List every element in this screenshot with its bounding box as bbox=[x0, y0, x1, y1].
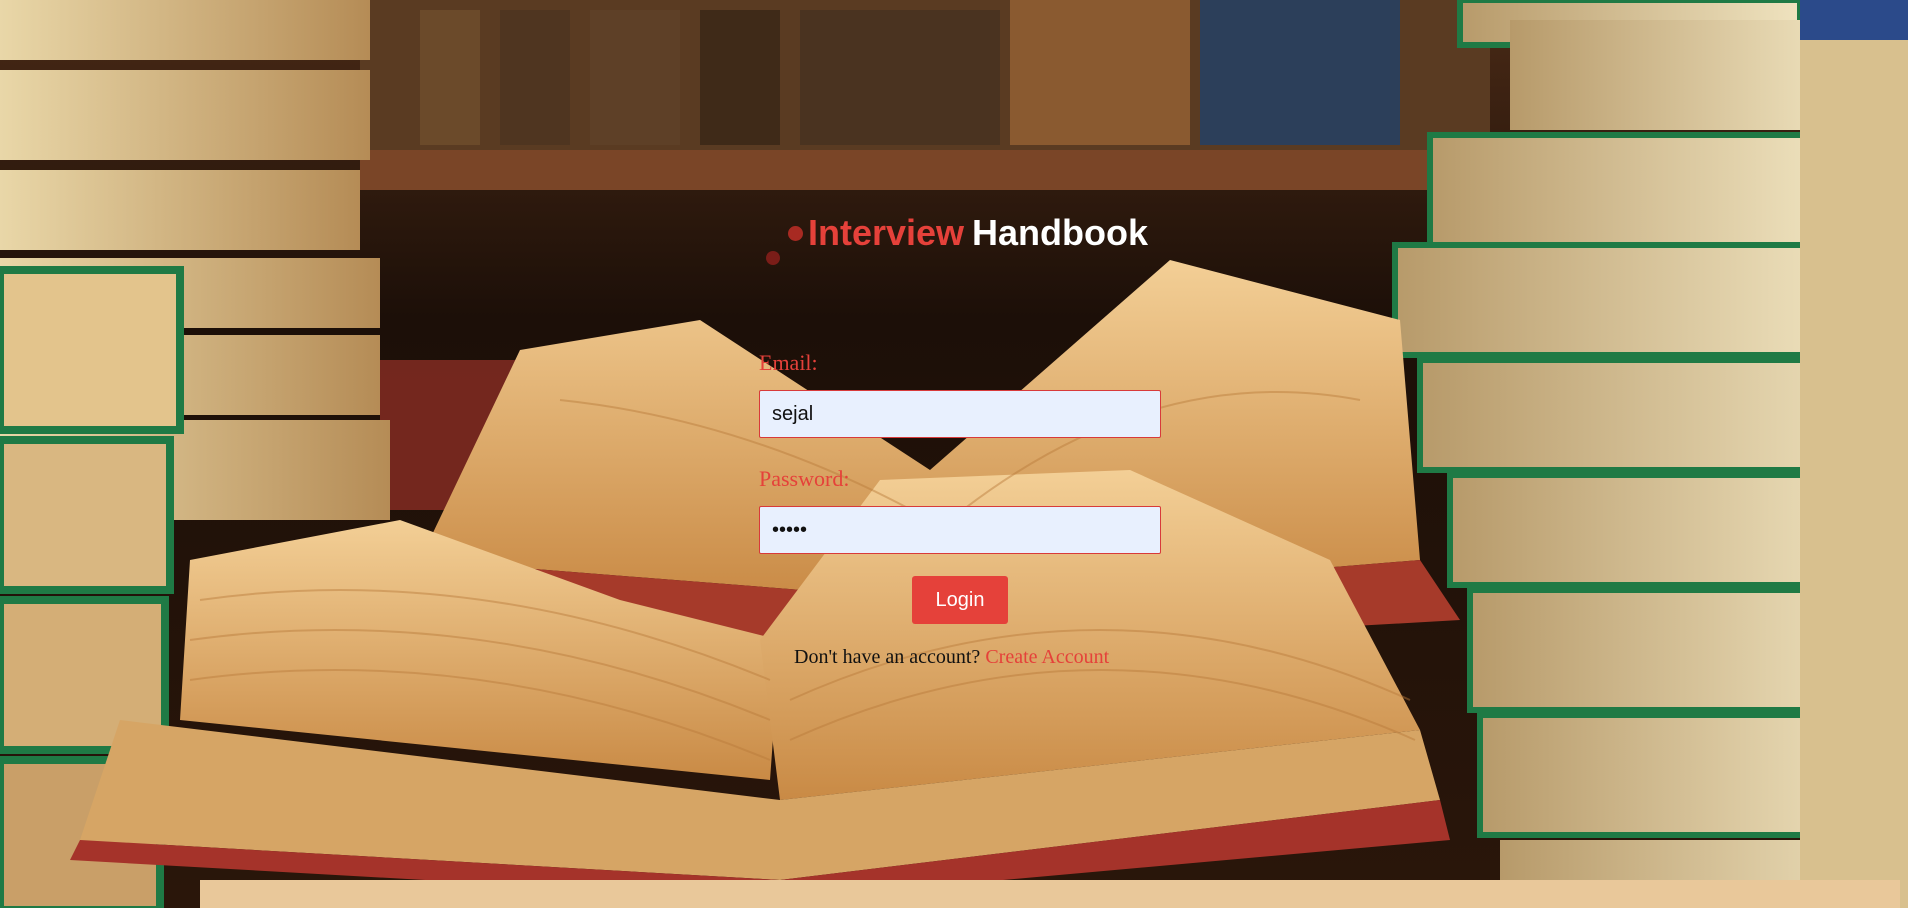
password-field[interactable] bbox=[759, 506, 1161, 554]
login-page: Interview Handbook Email: Password: Logi… bbox=[0, 0, 1908, 908]
signup-question: Don't have an account? bbox=[794, 646, 981, 668]
brand-word-interview: Interview bbox=[808, 212, 965, 253]
login-form: Email: Password: Login Don't have an acc… bbox=[759, 350, 1161, 668]
email-label: Email: bbox=[759, 350, 818, 375]
brand-logo: Interview Handbook bbox=[764, 208, 1164, 268]
create-account-link[interactable]: Create Account bbox=[985, 646, 1109, 668]
password-label: Password: bbox=[759, 466, 850, 491]
brand-word-handbook: Handbook bbox=[972, 212, 1148, 253]
logo-dot-icon bbox=[766, 251, 780, 265]
logo-dot-icon bbox=[788, 226, 803, 241]
login-button[interactable]: Login bbox=[912, 576, 1008, 624]
email-field[interactable] bbox=[759, 390, 1161, 438]
signup-prompt: Don't have an account? Create Account bbox=[794, 646, 1109, 669]
